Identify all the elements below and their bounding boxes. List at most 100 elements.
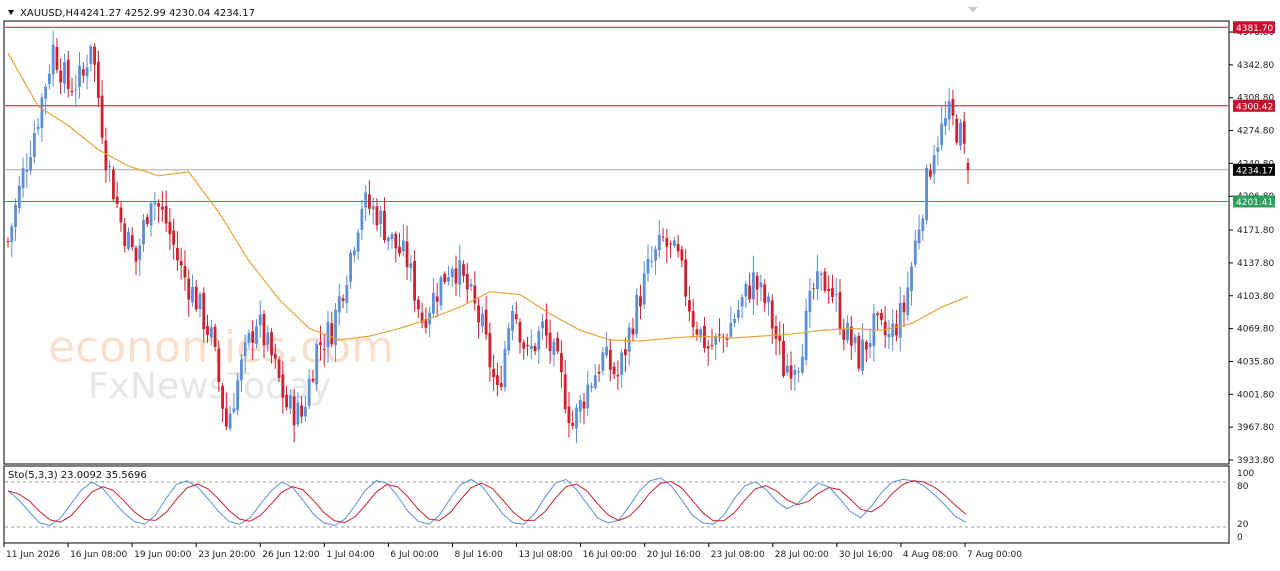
- candle-body: [560, 353, 563, 373]
- candle-body: [537, 331, 541, 350]
- candle-body: [575, 407, 578, 429]
- candle-body: [789, 365, 793, 379]
- candle-body: [224, 408, 228, 427]
- candle-body: [251, 331, 255, 343]
- candle-body: [352, 250, 356, 256]
- candle-body: [307, 378, 311, 406]
- candle-body: [311, 378, 315, 382]
- candle-body: [627, 327, 631, 352]
- candle-body: [891, 323, 895, 337]
- candle-body: [153, 202, 157, 205]
- candle-body: [563, 374, 567, 410]
- candle-body: [793, 370, 797, 375]
- level-tag-text-1: 4300.42: [1236, 102, 1273, 112]
- candle-body: [300, 405, 304, 417]
- candle-body: [928, 170, 932, 177]
- candle-body: [797, 371, 800, 373]
- level-lines: [5, 26, 1228, 202]
- time-tick-label-5: 1 Jul 04:00: [326, 550, 375, 560]
- candle-body: [940, 123, 944, 145]
- candle-body: [511, 310, 514, 331]
- candle-body: [736, 309, 740, 318]
- candle-body: [157, 202, 160, 207]
- candle-body: [149, 203, 153, 226]
- candle-body: [480, 313, 484, 327]
- level-tag-text-3: 4201.41: [1236, 198, 1273, 208]
- candle-body: [228, 413, 232, 429]
- candle-body: [496, 375, 499, 386]
- candle-body: [755, 275, 759, 290]
- price-axis: 4376.804342.804308.804274.804240.804206.…: [1229, 28, 1274, 466]
- candle-body: [341, 298, 345, 301]
- time-tick-label-11: 23 Jul 08:00: [711, 550, 765, 560]
- candle-body: [127, 231, 130, 249]
- candle-body: [582, 401, 586, 409]
- price-tick-label-7: 4137.80: [1237, 259, 1274, 269]
- candle-body: [198, 293, 202, 310]
- candle-body: [895, 324, 898, 336]
- candle-body: [379, 210, 383, 224]
- candle-body: [439, 277, 443, 306]
- candle-body: [277, 359, 281, 378]
- candle-body: [32, 133, 36, 157]
- candle-body: [642, 273, 646, 305]
- price-tick-label-11: 4001.80: [1237, 390, 1274, 400]
- candle-body: [842, 329, 846, 341]
- candle-body: [296, 402, 300, 425]
- candle-body: [401, 240, 405, 252]
- time-tick-label-0: 11 Jun 2026: [6, 550, 60, 560]
- candle-body: [21, 168, 25, 189]
- candle-body: [616, 374, 620, 377]
- candle-body: [507, 328, 511, 351]
- time-tick-label-10: 20 Jul 16:00: [647, 550, 701, 560]
- candle-body: [465, 273, 469, 290]
- candle-body: [590, 385, 593, 388]
- candle-body: [394, 233, 398, 249]
- candle-body: [81, 69, 85, 76]
- candle-body: [164, 205, 168, 224]
- candle-body: [240, 359, 243, 381]
- candle-body: [541, 321, 544, 329]
- candle-body: [130, 235, 134, 248]
- candle-body: [657, 234, 661, 250]
- candle-body: [710, 344, 714, 347]
- candle-body: [838, 292, 842, 330]
- candle-body: [518, 321, 522, 343]
- candle-body: [913, 240, 917, 265]
- candle-body: [89, 46, 93, 64]
- candle-body: [368, 194, 371, 209]
- candle-body: [44, 86, 48, 99]
- price-tick-label-12: 3967.80: [1237, 423, 1274, 433]
- candle-body: [605, 346, 608, 356]
- candle-body: [552, 341, 556, 355]
- candle-body: [145, 216, 149, 224]
- candle-body: [187, 278, 191, 300]
- candle-body: [593, 375, 597, 388]
- candle-body: [262, 313, 266, 346]
- candle-body: [409, 263, 413, 268]
- candle-body: [571, 422, 575, 426]
- candle-body: [330, 323, 334, 345]
- candle-body: [522, 342, 526, 349]
- candle-body: [567, 406, 571, 424]
- candle-body: [450, 268, 454, 278]
- price-tick-label-3: 4274.80: [1237, 127, 1274, 137]
- candle-body: [947, 101, 951, 120]
- candle-body: [917, 229, 921, 244]
- candle-body: [819, 273, 823, 275]
- candle-body: [782, 340, 785, 376]
- candle-body: [319, 342, 322, 346]
- candle-body: [503, 348, 507, 388]
- candle-body: [236, 380, 240, 410]
- candle-body: [578, 400, 582, 412]
- stoch-tick-label-2: 20: [1237, 520, 1249, 530]
- collapse-triangle-icon[interactable]: [8, 10, 14, 15]
- candle-body: [443, 273, 447, 283]
- candle-body: [255, 326, 258, 344]
- candle-body: [108, 166, 112, 168]
- candle-body: [123, 223, 127, 247]
- candle-body: [160, 206, 164, 210]
- candle-body: [6, 240, 10, 242]
- shift-marker-icon[interactable]: [968, 7, 978, 12]
- candle-body: [304, 406, 307, 417]
